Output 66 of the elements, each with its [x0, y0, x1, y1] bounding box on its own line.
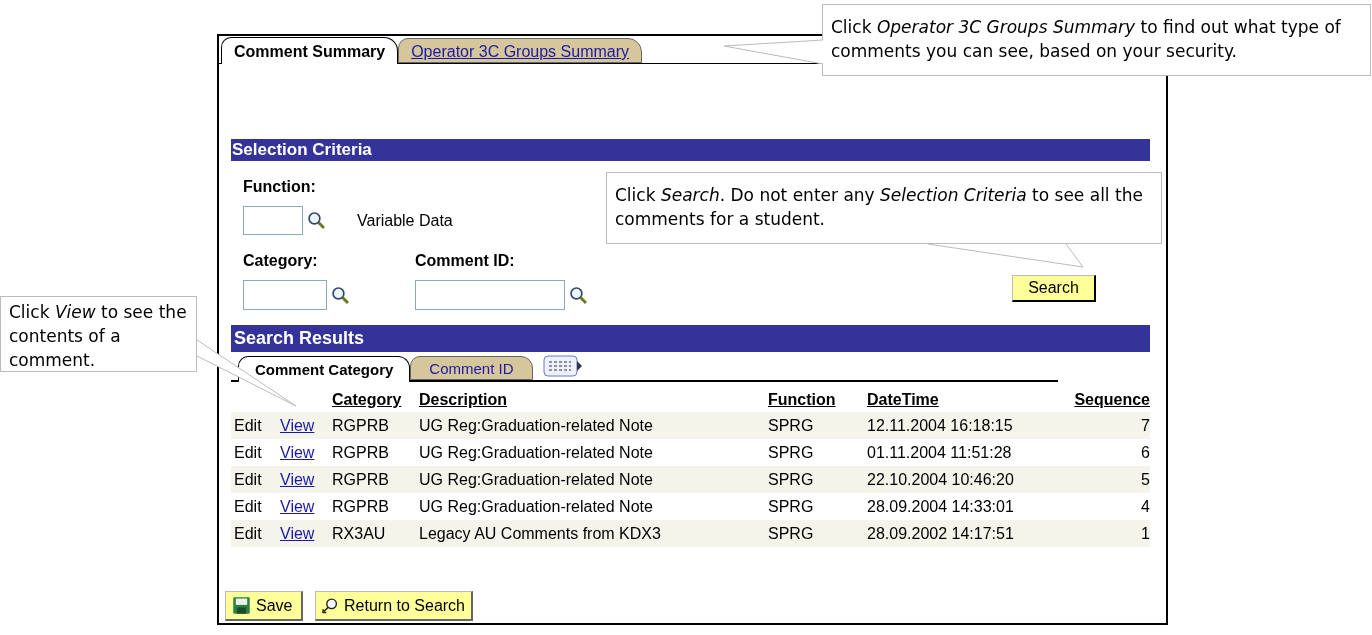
table-cell: 28.09.2002 14:17:51 — [867, 524, 1014, 542]
table-cell: 28.09.2004 14:33:01 — [867, 497, 1014, 515]
table-cell: SPRG — [768, 470, 814, 488]
table-cell: RX3AU — [332, 524, 386, 542]
grid-view-icon[interactable] — [542, 355, 583, 377]
edit-text: Edit — [234, 416, 262, 434]
table-row[interactable]: Edit View RGPRB UG Reg:Graduation-related Note SPRG 22.10.2004 10:46:20 5 — [231, 466, 1150, 493]
tab[interactable]: Operator 3C Groups Summary — [398, 38, 642, 63]
tab[interactable]: Comment Category — [238, 356, 411, 382]
table-cell: 7 — [1141, 416, 1150, 434]
table-cell: UG Reg:Graduation-related Note — [419, 416, 653, 434]
category-field[interactable] — [243, 280, 327, 310]
column-header[interactable]: Function — [768, 391, 836, 408]
table-row[interactable]: Edit View RGPRB UG Reg:Graduation-related Note SPRG 12.11.2004 16:18:15 7 — [231, 412, 1150, 439]
table-cell: 5 — [1141, 470, 1150, 488]
table-row[interactable]: Edit View RX3AU Legacy AU Comments from KDX3 SPRG 28.09.2002 14:17:51 1 — [231, 520, 1150, 547]
tab[interactable]: Comment Summary — [221, 37, 399, 64]
callout-text: Click Operator 3C Groups Summary to find out what type of comments you can see, based on your security. — [822, 4, 1371, 76]
table-cell: SPRG — [768, 497, 814, 515]
callout-text: Click View to see the contents of a comment. — [0, 296, 197, 372]
table-cell: 4 — [1141, 497, 1150, 515]
search-icon[interactable] — [569, 285, 588, 305]
field-label: Category: — [243, 251, 318, 271]
edit-text: Edit — [234, 524, 262, 542]
magnifier-icon — [322, 595, 340, 616]
tab[interactable]: Comment ID — [410, 356, 533, 380]
table-cell: UG Reg:Graduation-related Note — [419, 497, 653, 515]
search-button[interactable]: Search — [1012, 275, 1096, 302]
column-header[interactable]: DateTime — [867, 391, 939, 408]
return-to-search-button[interactable]: Return to Search — [315, 591, 473, 621]
column-header[interactable]: Description — [419, 391, 507, 408]
table-cell: SPRG — [768, 524, 814, 542]
table-cell: 1 — [1141, 524, 1150, 542]
section-header: Selection Criteria — [231, 139, 1150, 161]
search-icon[interactable] — [331, 285, 350, 305]
view-link[interactable]: View — [280, 470, 315, 488]
view-link[interactable]: View — [280, 416, 315, 434]
field-description: Variable Data — [357, 210, 453, 231]
edit-text: Edit — [234, 470, 262, 488]
table-cell: RGPRB — [332, 470, 389, 488]
column-header[interactable]: Category — [332, 391, 402, 408]
table-cell: SPRG — [768, 416, 814, 434]
table-cell: 6 — [1141, 443, 1150, 461]
table-cell: RGPRB — [332, 497, 389, 515]
view-link[interactable]: View — [280, 524, 315, 542]
table-cell: Legacy AU Comments from KDX3 — [419, 524, 661, 542]
edit-text: Edit — [234, 497, 262, 515]
edit-text: Edit — [234, 443, 262, 461]
comment-id-field[interactable] — [415, 280, 565, 310]
field-label: Function: — [243, 177, 316, 197]
view-link[interactable]: View — [280, 497, 315, 515]
save-button[interactable]: Save — [225, 591, 303, 621]
search-icon[interactable] — [307, 211, 326, 230]
table-cell: 12.11.2004 16:18:15 — [867, 416, 1013, 434]
table-cell: RGPRB — [332, 416, 389, 434]
section-header: Search Results — [231, 325, 1150, 352]
column-header[interactable]: Sequence — [1074, 391, 1150, 408]
view-link[interactable]: View — [280, 443, 315, 461]
table-cell: UG Reg:Graduation-related Note — [419, 443, 653, 461]
function-field[interactable] — [243, 206, 303, 235]
table-cell: 22.10.2004 10:46:20 — [867, 470, 1014, 488]
table-cell: RGPRB — [332, 443, 389, 461]
table-cell: UG Reg:Graduation-related Note — [419, 470, 653, 488]
table-cell: SPRG — [768, 443, 814, 461]
table-cell: 01.11.2004 11:51:28 — [867, 443, 1012, 461]
field-label: Comment ID: — [415, 251, 515, 271]
